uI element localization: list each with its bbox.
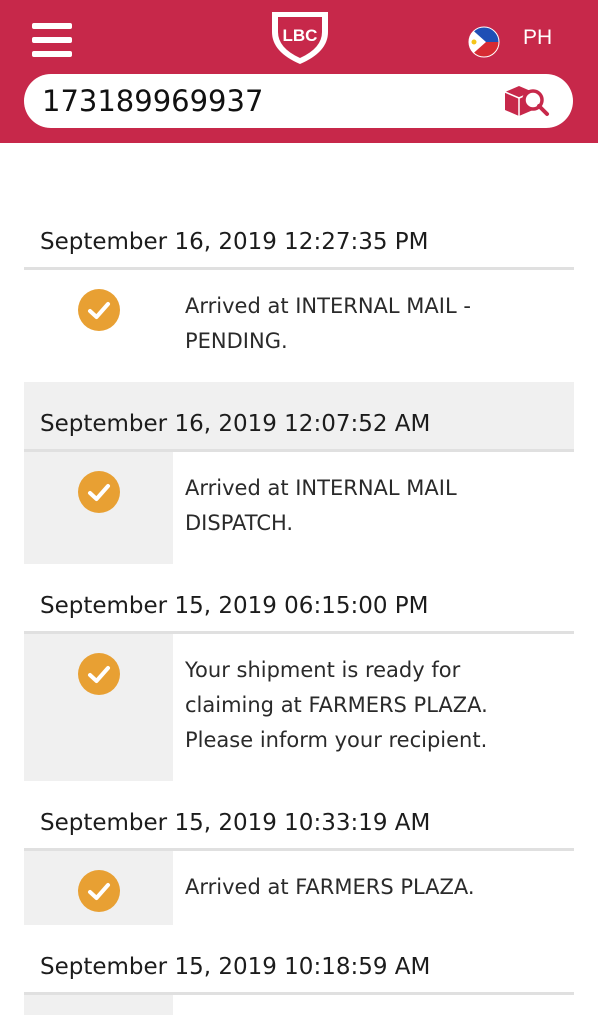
event-message-line: Arrived at FARMERS PLAZA.: [185, 875, 475, 899]
event-message: Arrived at INTERNAL MAIL - PENDING.: [173, 270, 574, 382]
event-message-line: Arrived at INTERNAL MAIL -: [185, 294, 471, 318]
event-message-line: DISPATCH.: [185, 511, 294, 535]
lbc-logo[interactable]: LBC: [264, 4, 336, 66]
event-message-line: claiming at FARMERS PLAZA.: [185, 693, 488, 717]
event-message: Arrived at FARMERS PLAZA.: [173, 851, 574, 925]
checkmark-circle-icon: [77, 471, 120, 513]
event-date: September 15, 2019 06:15:00 PM: [24, 564, 574, 634]
checkmark-circle-icon: [77, 653, 120, 695]
tracking-search-bar: [24, 74, 573, 128]
country-code[interactable]: PH: [523, 26, 552, 50]
event-message: Arrived at INTERNAL MAIL DISPATCH.: [173, 452, 574, 564]
timeline-event: Arrived at FARMERS PLAZA.: [24, 851, 574, 925]
philippines-flag-icon[interactable]: [468, 26, 500, 58]
event-message: Your shipment is ready for claiming at F…: [173, 634, 574, 781]
timeline-event: Arrived at INTERNAL MAIL DISPATCH.: [24, 452, 574, 564]
timeline-event: Arrived at INTERNAL MAIL - PENDING.: [24, 270, 574, 382]
logo-text: LBC: [283, 26, 318, 45]
tracking-timeline: September 16, 2019 12:27:35 PM Arrived a…: [24, 200, 574, 1015]
timeline-event: [24, 995, 574, 1015]
event-date: September 16, 2019 12:07:52 AM: [24, 382, 574, 452]
event-date: September 15, 2019 10:33:19 AM: [24, 781, 574, 851]
package-search-icon[interactable]: [501, 82, 553, 120]
checkmark-circle-icon: [77, 870, 120, 912]
timeline-event: Your shipment is ready for claiming at F…: [24, 634, 574, 781]
event-message-line: Your shipment is ready for: [185, 658, 461, 682]
event-message-line: Arrived at INTERNAL MAIL: [185, 476, 457, 500]
tracking-number-input[interactable]: [42, 80, 502, 122]
hamburger-menu-icon[interactable]: [32, 23, 72, 57]
app-header: LBC PH: [0, 0, 598, 143]
event-date: September 16, 2019 12:27:35 PM: [24, 200, 574, 270]
event-message-line: PENDING.: [185, 329, 288, 353]
event-message-line: Please inform your recipient.: [185, 728, 488, 752]
checkmark-circle-icon: [77, 289, 120, 331]
event-date: September 15, 2019 10:18:59 AM: [24, 925, 574, 995]
